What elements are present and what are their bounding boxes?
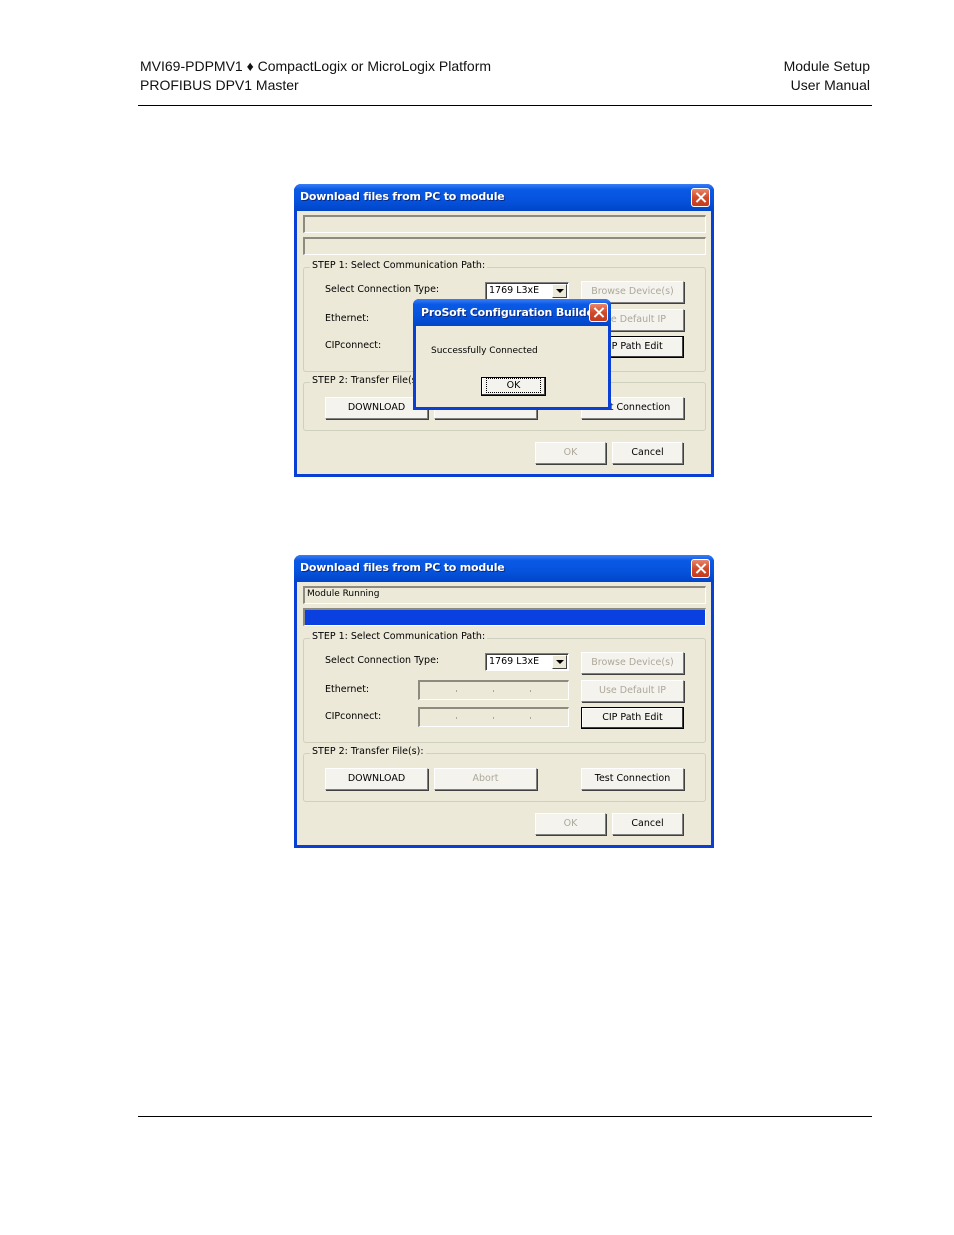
abort-button[interactable]: Abort [434,768,537,790]
cipconnect-ip-field[interactable] [418,707,569,727]
footer-divider [138,1116,872,1117]
ethernet-label: Ethernet: [325,313,370,324]
popup-titlebar[interactable]: ProSoft Configuration Builder [413,299,611,326]
page-header-right: Module Setup User Manual [784,57,870,95]
connection-type-value: 1769 L3xE [489,285,540,296]
document-title: MVI69-PDPMV1 ♦ CompactLogix or MicroLogi… [140,58,492,74]
dialog-body: Module Running STEP 1: Select Communicat… [297,582,711,845]
popup-body: Successfully Connected OK [416,326,608,407]
ethernet-ip-field[interactable] [418,680,569,700]
step1-group: STEP 1: Select Communication Path: Selec… [303,631,706,743]
success-message-box: ProSoft Configuration Builder Successful… [413,299,611,410]
connection-type-label: Select Connection Type: [325,655,440,666]
close-icon[interactable] [691,188,710,207]
cip-path-edit-button[interactable]: CIP Path Edit [581,707,684,729]
step2-group: STEP 2: Transfer File(s): DOWNLOAD Abort… [303,746,706,802]
popup-message: Successfully Connected [431,346,538,356]
progress-bar [303,608,706,626]
chevron-down-icon[interactable] [552,655,567,669]
connection-type-label: Select Connection Type: [325,284,440,295]
close-icon[interactable] [589,303,608,322]
popup-title: ProSoft Configuration Builder [421,306,599,319]
step1-label: STEP 1: Select Communication Path: [310,260,488,271]
use-default-ip-button[interactable]: Use Default IP [581,680,684,702]
cipconnect-label: CIPconnect: [325,711,382,722]
status-field [303,215,706,233]
chevron-down-icon[interactable] [552,284,567,298]
page-header-left: MVI69-PDPMV1 ♦ CompactLogix or MicroLogi… [140,57,491,95]
popup-ok-label: OK [485,378,542,393]
popup-ok-button[interactable]: OK [481,377,546,396]
ok-button[interactable]: OK [535,442,606,464]
step2-label: STEP 2: Transfer File(s): [310,375,426,386]
ethernet-label: Ethernet: [325,684,370,695]
download-button[interactable]: DOWNLOAD [325,768,428,790]
cancel-button[interactable]: Cancel [612,442,683,464]
download-dialog-running: Download files from PC to module Module … [294,555,714,848]
connection-type-value: 1769 L3xE [489,656,540,667]
document-subtitle: PROFIBUS DPV1 Master [140,77,299,93]
status-field: Module Running [303,586,706,604]
dialog-titlebar[interactable]: Download files from PC to module [294,555,714,582]
progress-bar [303,237,706,255]
section-title: Module Setup [783,58,870,74]
step2-label: STEP 2: Transfer File(s): [310,746,426,757]
connection-type-select[interactable]: 1769 L3xE [485,282,569,300]
header-divider [138,105,872,106]
manual-type: User Manual [790,77,870,93]
test-connection-button[interactable]: Test Connection [581,768,684,790]
step1-label: STEP 1: Select Communication Path: [310,631,488,642]
dialog-titlebar[interactable]: Download files from PC to module [294,184,714,211]
ok-button[interactable]: OK [535,813,606,835]
connection-type-select[interactable]: 1769 L3xE [485,653,569,671]
dialog-title: Download files from PC to module [300,561,505,574]
cipconnect-label: CIPconnect: [325,340,382,351]
close-icon[interactable] [691,559,710,578]
progress-fill [305,610,705,625]
dialog-title: Download files from PC to module [300,190,505,203]
browse-devices-button[interactable]: Browse Device(s) [581,652,684,674]
cancel-button[interactable]: Cancel [612,813,683,835]
